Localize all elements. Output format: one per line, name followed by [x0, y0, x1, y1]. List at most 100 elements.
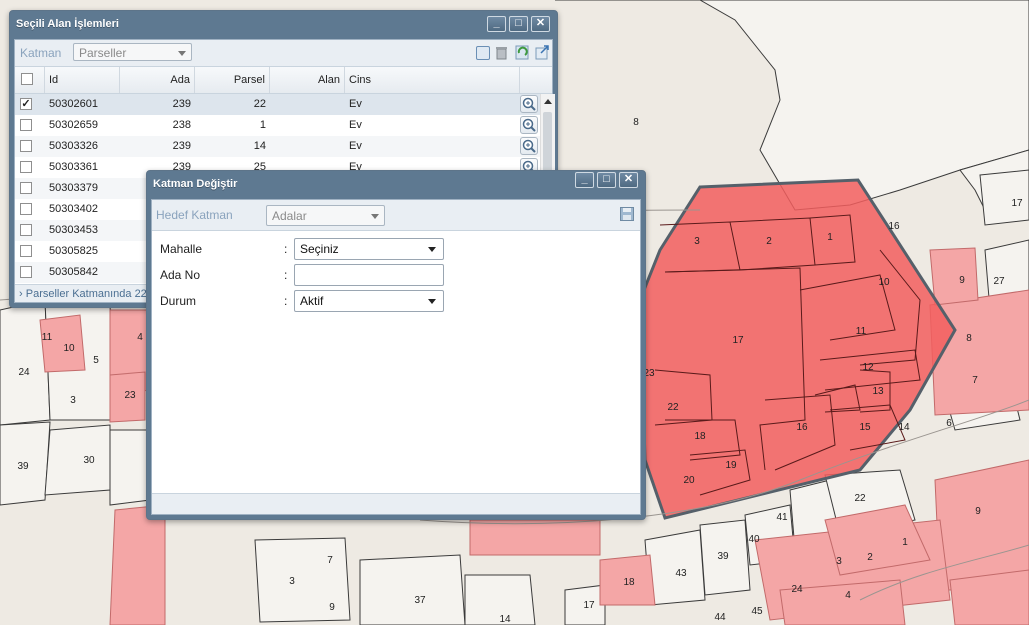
row-select-cell [15, 178, 45, 199]
column-header-ada[interactable]: Ada [120, 67, 195, 93]
parcel-number-label: 11 [856, 326, 867, 337]
cell-alan [270, 136, 345, 157]
close-button[interactable]: ✕ [619, 172, 638, 188]
cell-cins: Ev [349, 140, 362, 152]
field-colon: : [284, 242, 288, 256]
column-header-parsel[interactable]: Parsel [195, 67, 270, 93]
field-colon: : [284, 294, 288, 308]
column-header-cins[interactable]: Cins [345, 67, 520, 93]
close-button[interactable]: ✕ [531, 16, 550, 32]
cell-cins: Ev [349, 119, 362, 131]
parcel-number-label: 30 [83, 455, 95, 466]
cell-id: 50305842 [49, 266, 98, 278]
parcel-number-label: 23 [124, 390, 136, 401]
select-all-checkbox[interactable] [21, 73, 33, 85]
parcel-number-label: 40 [748, 534, 760, 545]
maximize-button[interactable]: □ [509, 16, 528, 32]
scroll-up-icon[interactable] [544, 99, 552, 104]
parcel-number-label: 8 [633, 117, 639, 128]
row-select-cell [15, 241, 45, 262]
parcel-number-label: 7 [972, 375, 978, 386]
cell-id: 50303326 [49, 140, 98, 152]
parcel-number-label: 13 [872, 386, 884, 397]
parcel-number-label: 18 [623, 577, 635, 588]
parcel-number-label: 4 [845, 590, 851, 601]
ada-no-input[interactable] [294, 264, 444, 286]
parcel-number-label: 3 [289, 576, 295, 587]
header-select-all[interactable] [15, 67, 45, 93]
parcel-number-label: 15 [859, 422, 871, 433]
parcel-number-label: 43 [675, 568, 687, 579]
column-header-alan[interactable]: Alan [270, 67, 345, 93]
column-header-id[interactable]: Id [45, 67, 120, 93]
target-layer-label: Hedef Katman [156, 208, 233, 222]
parcel-number-label: 11 [42, 332, 53, 343]
minimize-button[interactable]: _ [487, 16, 506, 32]
scroll-thumb[interactable] [543, 112, 552, 172]
parcel-number-label: 18 [694, 431, 706, 442]
parcel-number-label: 44 [714, 612, 726, 623]
layer-label: Katman [20, 46, 62, 60]
row-checkbox[interactable] [20, 161, 32, 173]
maximize-button[interactable]: □ [597, 172, 616, 188]
selected-area-window-title[interactable]: Seçili Alan İşlemleri [10, 11, 557, 37]
table-row[interactable]: ✓ 50302601 239 22 Ev [15, 94, 540, 115]
cell-alan [270, 94, 345, 115]
cell-id: 50303453 [49, 224, 98, 236]
select-value: Seçiniz [300, 242, 339, 256]
parcel-number-label: 24 [18, 367, 30, 378]
row-checkbox[interactable] [20, 266, 32, 278]
export-icon[interactable] [535, 44, 550, 60]
row-checkbox[interactable] [20, 119, 32, 131]
chevron-down-icon [428, 247, 436, 252]
layer-change-window-title[interactable]: Katman Değiştir [147, 171, 645, 197]
minimize-button[interactable]: _ [575, 172, 594, 188]
delete-icon[interactable] [495, 45, 508, 60]
parcel-number-label: 3 [694, 236, 700, 247]
zoom-to-icon[interactable] [520, 95, 538, 113]
row-select-cell [15, 199, 45, 220]
cell-parsel: 22 [253, 98, 266, 110]
refresh-icon[interactable] [515, 44, 530, 60]
row-select-cell [15, 115, 45, 136]
durum-select[interactable]: Aktif [294, 290, 444, 312]
chevron-down-icon [371, 214, 379, 219]
table-row[interactable]: 50303326 239 14 Ev [15, 136, 540, 157]
row-checkbox[interactable] [20, 224, 32, 236]
row-checkbox[interactable]: ✓ [20, 98, 32, 110]
cell-parsel: 1 [259, 119, 266, 131]
parcel-number-label: 14 [898, 422, 910, 433]
target-layer-combo[interactable]: Adalar [266, 205, 385, 226]
zoom-to-icon[interactable] [520, 116, 538, 134]
parcel-number-label: 17 [732, 335, 744, 346]
row-checkbox[interactable] [20, 245, 32, 257]
row-checkbox[interactable] [20, 182, 32, 194]
zoom-to-icon[interactable] [520, 137, 538, 155]
parcel-number-label: 2 [766, 236, 772, 247]
expand-icon[interactable]: › [19, 288, 26, 300]
table-row[interactable]: 50302659 238 1 Ev [15, 115, 540, 136]
row-select-cell [15, 157, 45, 178]
parcel-number-label: 9 [329, 602, 335, 613]
row-checkbox[interactable] [20, 203, 32, 215]
cell-id: 50303379 [49, 182, 98, 194]
layer-combo[interactable]: Parseller [73, 43, 192, 61]
save-icon[interactable] [620, 207, 634, 221]
parcel-number-label: 16 [796, 422, 808, 433]
cell-id: 50302601 [49, 98, 98, 110]
parcel-number-label: 9 [959, 275, 965, 286]
parcel-number-label: 39 [17, 461, 29, 472]
row-select-cell [15, 220, 45, 241]
parcel-number-label: 37 [414, 595, 426, 606]
select-all-icon[interactable] [476, 46, 490, 60]
field-label: Mahalle [160, 242, 203, 256]
parcel-number-label: 27 [993, 276, 1005, 287]
mahalle-select[interactable]: Seçiniz [294, 238, 444, 260]
parcel-number-label: 9 [975, 506, 981, 517]
parcel-number-label: 39 [717, 551, 729, 562]
parcel-number-label: 16 [888, 221, 900, 232]
parcel-number-label: 20 [683, 475, 695, 486]
parcel-number-label: 8 [966, 333, 972, 344]
parcel-number-label: 1 [902, 537, 908, 548]
row-checkbox[interactable] [20, 140, 32, 152]
